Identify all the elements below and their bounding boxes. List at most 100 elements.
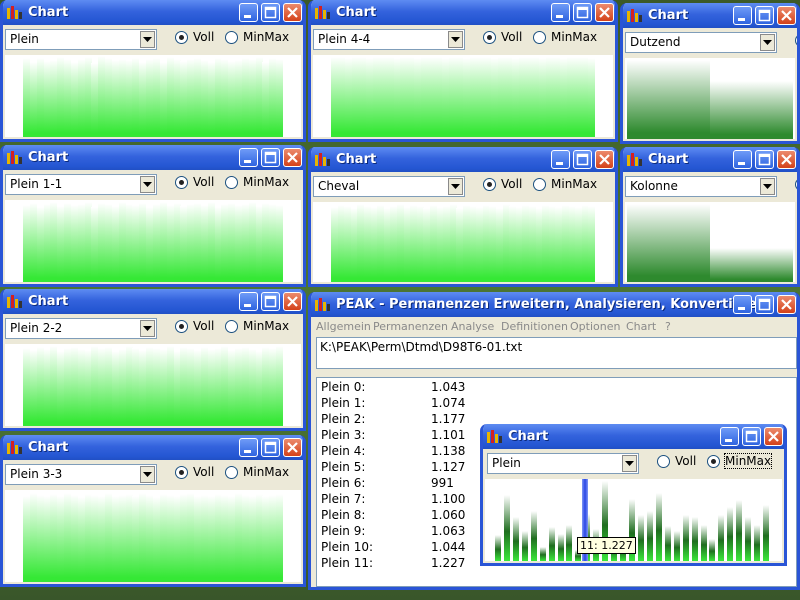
chart-window-plein-3-3[interactable]: Chart Plein 3-3 Voll MinMax [0,435,306,587]
close-button[interactable] [283,438,302,457]
minmax-radio[interactable] [707,455,720,468]
menu-optionen[interactable]: Optionen [570,320,620,333]
series-select[interactable]: Plein 2-2 [5,318,157,339]
voll-radio-label[interactable]: Voll [193,319,214,333]
voll-radio-label[interactable]: Voll [501,30,522,44]
minmax-radio-label[interactable]: MinMax [723,453,773,469]
title-bar[interactable]: Chart [3,0,303,25]
chevron-down-icon[interactable] [140,176,155,193]
series-select[interactable]: Plein 1-1 [5,174,157,195]
voll-radio-label[interactable]: Voll [193,465,214,479]
maximize-button[interactable] [261,438,280,457]
chart-plot[interactable] [5,200,301,282]
maximize-button[interactable] [755,295,774,314]
chart-plot[interactable] [313,55,613,137]
maximize-button[interactable] [573,3,592,22]
menu-chart[interactable]: Chart [626,320,656,333]
maximize-button[interactable] [261,148,280,167]
maximize-button[interactable] [755,6,774,25]
title-bar[interactable]: Chart [3,435,303,460]
voll-radio[interactable] [175,320,188,333]
close-button[interactable] [777,6,796,25]
voll-radio-label[interactable]: Voll [501,177,522,191]
voll-radio[interactable] [175,176,188,189]
close-button[interactable] [777,295,796,314]
menu-definitionen[interactable]: Definitionen [501,320,568,333]
maximize-button[interactable] [742,427,761,446]
minimize-button[interactable] [239,292,258,311]
chart-plot[interactable] [5,490,301,582]
close-button[interactable] [283,292,302,311]
minimize-button[interactable] [720,427,739,446]
file-path-field[interactable]: K:\PEAK\Perm\Dtmd\D98T6-01.txt [316,337,797,369]
maximize-button[interactable] [261,3,280,22]
minmax-radio[interactable] [225,466,238,479]
close-button[interactable] [777,150,796,169]
minmax-radio-label[interactable]: MinMax [243,319,289,333]
title-bar[interactable]: Chart [3,145,303,170]
voll-radio[interactable] [657,455,670,468]
menu-permanenzen[interactable]: Permanenzen [373,320,448,333]
series-select[interactable]: Kolonne [625,176,777,197]
minmax-radio-label[interactable]: MinMax [551,30,597,44]
minmax-radio[interactable] [533,31,546,44]
minmax-radio[interactable] [533,178,546,191]
chart-window-cheval[interactable]: Chart Cheval Voll MinMax [308,147,618,287]
minmax-radio-label[interactable]: MinMax [243,30,289,44]
close-button[interactable] [283,3,302,22]
chevron-down-icon[interactable] [140,320,155,337]
voll-radio-label[interactable]: Voll [193,175,214,189]
menu-allgemein[interactable]: Allgemein [316,320,371,333]
voll-radio[interactable] [795,34,797,47]
title-bar[interactable]: Chart [3,289,303,314]
chart-window-plein[interactable]: Chart Plein Voll MinMax [0,0,306,142]
title-bar[interactable]: Chart [483,424,784,449]
series-select[interactable]: Dutzend [625,32,777,53]
title-bar[interactable]: Chart [623,147,797,172]
menu-analyse[interactable]: Analyse [451,320,494,333]
voll-radio-label[interactable]: Voll [675,454,696,468]
chart-plot[interactable] [5,344,301,426]
minmax-radio[interactable] [225,176,238,189]
title-bar[interactable]: PEAK - Permanenzen Erweitern, Analysiere… [311,292,797,317]
chevron-down-icon[interactable] [760,178,775,195]
chart-plot[interactable] [625,58,795,139]
voll-radio[interactable] [175,31,188,44]
voll-radio-label[interactable]: Voll [193,30,214,44]
voll-radio[interactable] [175,466,188,479]
voll-radio[interactable] [795,178,797,191]
chart-plot[interactable] [625,202,795,282]
chart-window-plein-1-1[interactable]: Chart Plein 1-1 Voll MinMax [0,145,306,287]
minmax-radio-label[interactable]: MinMax [243,175,289,189]
minmax-radio-label[interactable]: MinMax [243,465,289,479]
chevron-down-icon[interactable] [622,455,637,472]
chart-window-minmax[interactable]: Chart Plein Voll MinMax 11: 1.227 [480,424,787,566]
minimize-button[interactable] [239,148,258,167]
title-bar[interactable]: Chart [311,0,615,25]
minimize-button[interactable] [733,295,752,314]
maximize-button[interactable] [261,292,280,311]
series-select[interactable]: Plein 4-4 [313,29,465,50]
close-button[interactable] [764,427,783,446]
voll-radio[interactable] [483,31,496,44]
title-bar[interactable]: Chart [311,147,615,172]
chevron-down-icon[interactable] [448,31,463,48]
maximize-button[interactable] [573,150,592,169]
minimize-button[interactable] [551,150,570,169]
chart-plot[interactable]: 11: 1.227 [485,479,782,561]
close-button[interactable] [595,150,614,169]
chart-plot[interactable] [5,55,301,137]
minimize-button[interactable] [733,150,752,169]
minmax-radio[interactable] [225,31,238,44]
maximize-button[interactable] [755,150,774,169]
series-select[interactable]: Plein 3-3 [5,464,157,485]
series-select[interactable]: Plein [5,29,157,50]
title-bar[interactable]: Chart [623,3,797,28]
chart-window-plein-4-4[interactable]: Chart Plein 4-4 Voll MinMax [308,0,618,142]
chevron-down-icon[interactable] [140,31,155,48]
series-select[interactable]: Cheval [313,176,465,197]
chart-plot[interactable] [313,202,613,282]
minimize-button[interactable] [733,6,752,25]
chart-window-dutzend[interactable]: Chart Dutzend [620,3,800,144]
minimize-button[interactable] [551,3,570,22]
